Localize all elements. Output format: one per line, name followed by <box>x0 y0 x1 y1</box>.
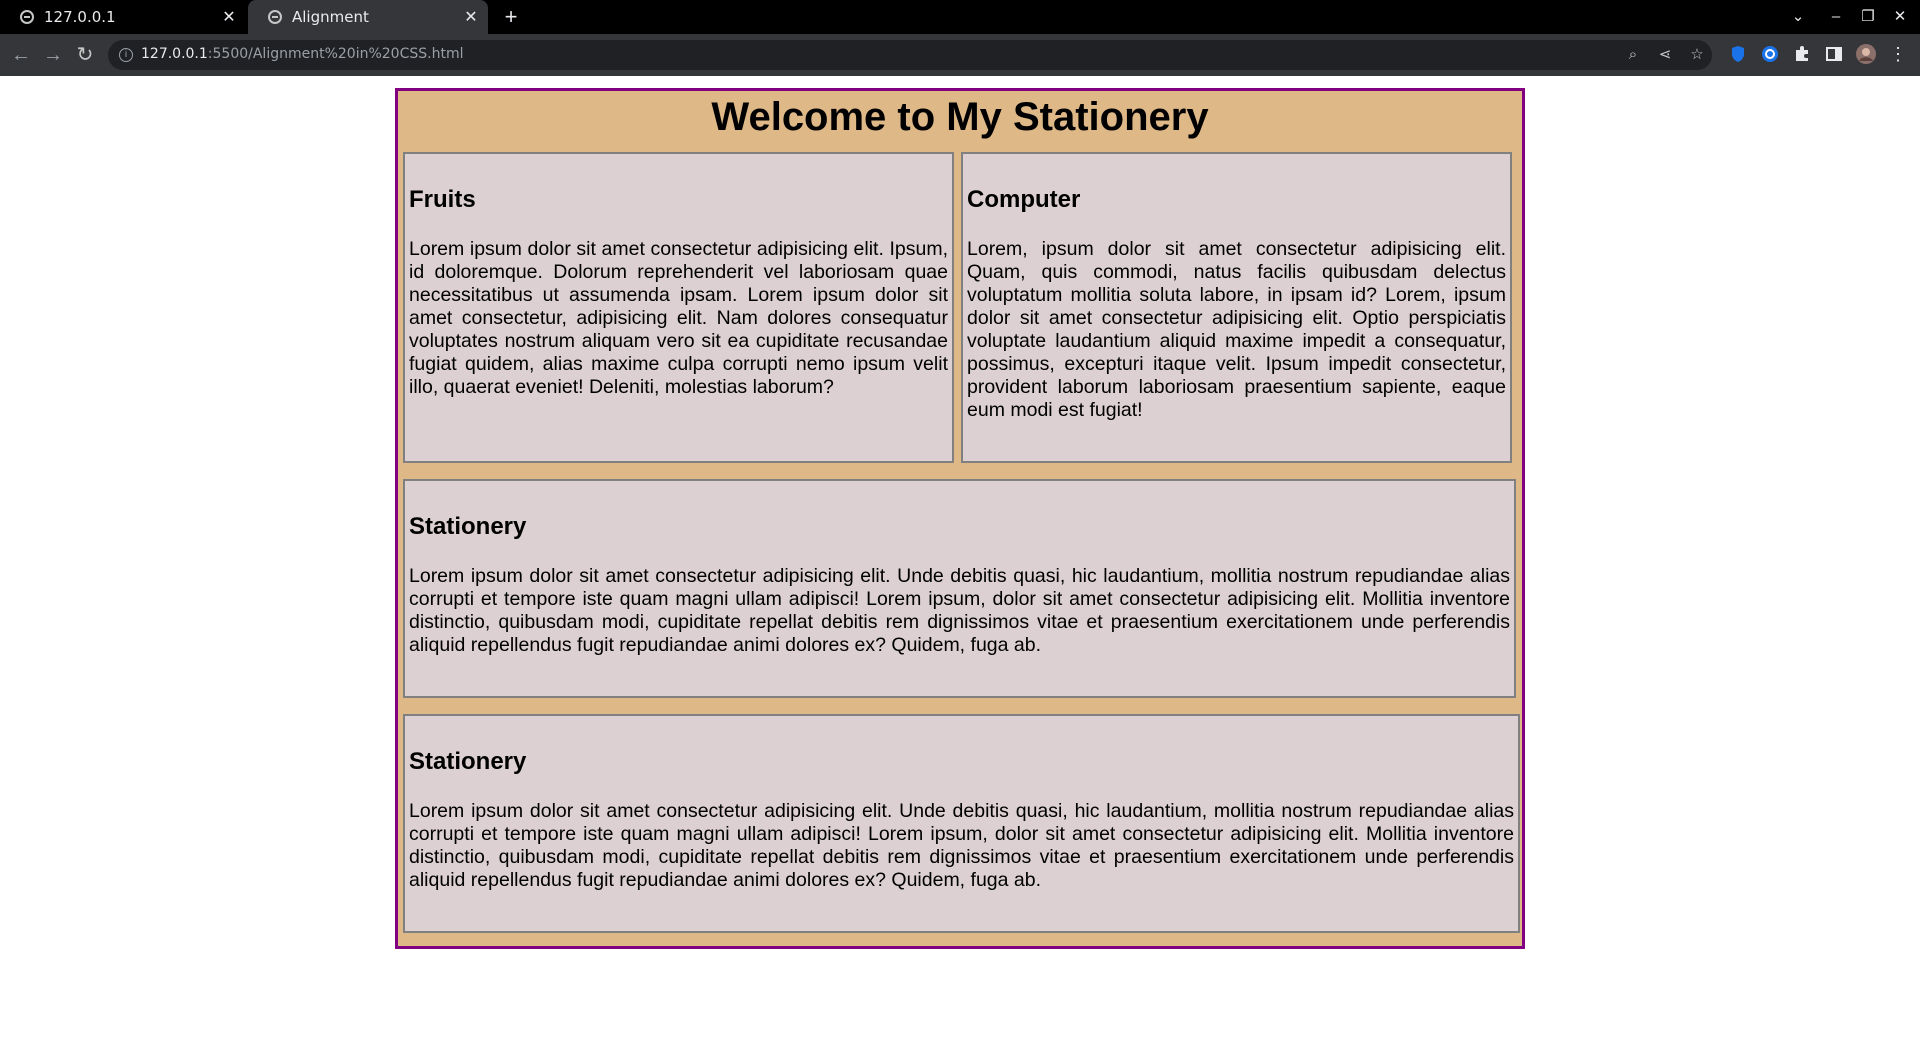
card-text: Lorem, ipsum dolor sit amet consectetur … <box>967 238 1506 421</box>
card-heading: Stationery <box>409 748 527 775</box>
page-viewport: Welcome to My Stationery Fruits Lorem ip… <box>0 76 1920 1048</box>
card-stationery-2: Stationery Lorem ipsum dolor sit amet co… <box>403 714 1520 933</box>
chevron-down-icon[interactable]: ⌄ <box>1782 0 1814 34</box>
puzzle-icon[interactable] <box>1792 44 1812 64</box>
close-icon[interactable]: ✕ <box>1884 0 1916 34</box>
share-icon[interactable]: ⋖ <box>1656 46 1674 64</box>
reload-icon[interactable]: ↻ <box>72 42 98 68</box>
plus-icon[interactable]: + <box>498 4 524 30</box>
page-title: Welcome to My Stationery <box>711 95 1209 139</box>
globe-icon <box>20 10 34 24</box>
card-heading: Fruits <box>409 186 476 213</box>
side-panel-icon[interactable] <box>1824 44 1844 64</box>
star-icon[interactable]: ☆ <box>1688 46 1706 64</box>
zoom-icon[interactable]: ⌕ <box>1624 46 1642 64</box>
card-heading: Stationery <box>409 513 527 540</box>
card-text: Lorem ipsum dolor sit amet consectetur a… <box>409 800 1514 891</box>
main-container: Welcome to My Stationery Fruits Lorem ip… <box>395 88 1525 949</box>
tab-alignment[interactable]: Alignment ✕ <box>248 0 488 34</box>
circle-extension-icon[interactable] <box>1760 44 1780 64</box>
card-text: Lorem ipsum dolor sit amet consectetur a… <box>409 565 1510 656</box>
card-fruits: Fruits Lorem ipsum dolor sit amet consec… <box>403 152 954 463</box>
restore-icon[interactable]: ❐ <box>1852 0 1884 34</box>
globe-icon <box>268 10 282 24</box>
shield-extension-icon[interactable] <box>1728 44 1748 64</box>
url-text[interactable]: 127.0.0.1:5500/Alignment%20in%20CSS.html <box>141 46 463 62</box>
tab-title: 127.0.0.1 <box>44 8 116 26</box>
close-icon[interactable]: ✕ <box>220 8 238 26</box>
forward-icon[interactable]: → <box>40 42 66 68</box>
avatar[interactable] <box>1856 44 1876 64</box>
info-icon[interactable]: i <box>119 48 133 62</box>
close-icon[interactable]: ✕ <box>462 8 480 26</box>
tab-127[interactable]: 127.0.0.1 ✕ <box>0 0 246 34</box>
card-computer: Computer Lorem, ipsum dolor sit amet con… <box>961 152 1512 463</box>
menu-icon[interactable]: ⋮ <box>1888 44 1908 64</box>
tab-strip: 127.0.0.1 ✕ Alignment ✕ + ⌄ – ❐ ✕ <box>0 0 1920 34</box>
back-icon[interactable]: ← <box>8 42 34 68</box>
minimize-icon[interactable]: – <box>1820 0 1852 34</box>
tab-title: Alignment <box>292 8 369 26</box>
card-stationery: Stationery Lorem ipsum dolor sit amet co… <box>403 479 1516 698</box>
card-text: Lorem ipsum dolor sit amet consectetur a… <box>409 238 948 398</box>
address-bar[interactable]: i 127.0.0.1:5500/Alignment%20in%20CSS.ht… <box>108 40 1712 70</box>
card-heading: Computer <box>967 186 1081 213</box>
